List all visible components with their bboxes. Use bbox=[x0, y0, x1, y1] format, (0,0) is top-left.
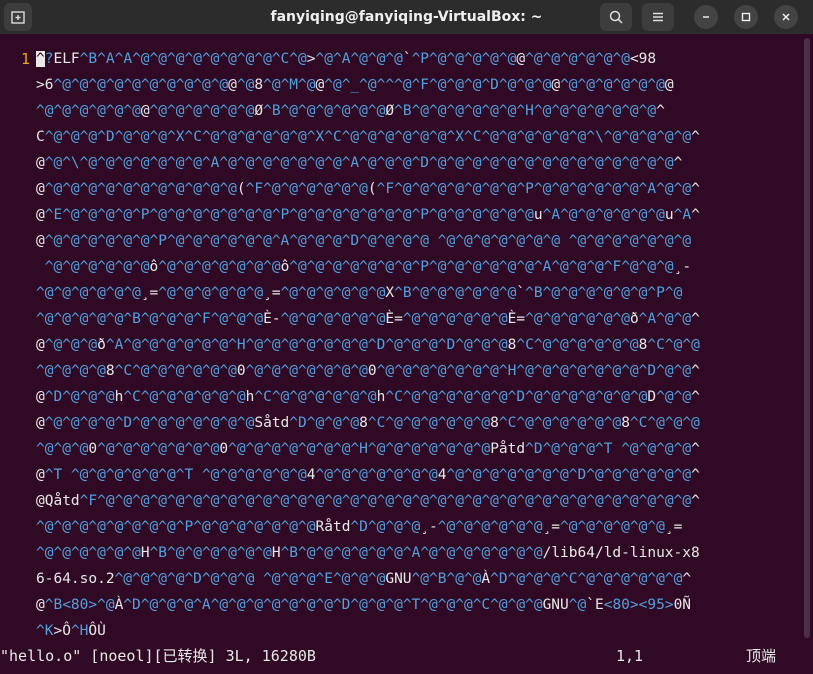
search-icon bbox=[608, 9, 624, 25]
content-row: @^@^@^@^@^D^@^@^@^@^@^@^@Såtd^D^@^@^@8^C… bbox=[36, 415, 700, 431]
scroll-position: 顶端 bbox=[746, 647, 777, 665]
content-row: @^T ^@^@^@^@^@^@^T ^@^@^@^@^@^@4^@^@^@^@… bbox=[36, 467, 700, 483]
content-row: @^@^\^@^@^@^@^@^@^@^A^@^@^@^@^@^@^@^A^@^… bbox=[36, 155, 683, 171]
content-row: ^@^@^@^@8^C^@^@^@^@^@^@0^@^@^@^@^@^@^@0^… bbox=[36, 363, 700, 379]
content-row: >6^@^@^@^@^@^@^@^@^@^@@^@8^@^M^@@^@^_^@^… bbox=[36, 77, 674, 93]
content-row: @^@^@^@ð^A^@^@^@^@^@^@^H^@^@^@^@^@^@^@^D… bbox=[36, 337, 700, 353]
content-row: @^@^@^@^@^@^@^P^@^@^@^@^@^@^A^@^@^@^D^@^… bbox=[36, 233, 692, 249]
file-info: "hello.o" [noeol][已转换] 3L, 16280B bbox=[0, 647, 316, 665]
content-row: ^@^@^@0^@^@^@^@^@^@^@0^@^@^@^@^@^@^@^H^@… bbox=[36, 441, 700, 457]
content-row: C^@^@^@^D^@^@^@^X^C^@^@^@^@^@^@^X^C^@^@^… bbox=[36, 129, 700, 145]
content-row: ^?ELF^B^A^A^@^@^@^@^@^@^@^@^C^@>^@^A^@^@… bbox=[36, 51, 657, 67]
window-title: fanyiqing@fanyiqing-VirtualBox: ~ bbox=[270, 9, 543, 25]
close-icon bbox=[780, 11, 792, 23]
scrollbar[interactable] bbox=[804, 38, 810, 638]
maximize-button[interactable] bbox=[734, 5, 758, 29]
line-number: 1 bbox=[20, 50, 30, 68]
content-row: @^E^@^@^@^@^P^@^@^@^@^@^@^@^P^@^@^@^@^@^… bbox=[36, 207, 700, 223]
close-button[interactable] bbox=[774, 5, 798, 29]
content-row: ^@^@^@^@^@^@ô^@^@^@^@^@^@^@ô^@^@^@^@^@^@… bbox=[44, 259, 692, 275]
minimize-button[interactable] bbox=[694, 5, 718, 29]
maximize-icon bbox=[740, 11, 752, 23]
hamburger-menu-icon bbox=[650, 9, 666, 25]
content-row: @^@^@^@^@^@^@^@^@^@^@^@(^F^@^@^@^@^@^@(^… bbox=[36, 181, 700, 197]
content-row: ^@^@^@^@^@^@@^@^@^@^@^@^@Ø^B^@^@^@^@^@^@… bbox=[36, 103, 665, 119]
file-content[interactable]: ^?ELF^B^A^A^@^@^@^@^@^@^@^@^C^@>^@^A^@^@… bbox=[36, 46, 802, 644]
content-row: ^@^@^@^@^@^@^@^@^P^@^@^@^@^@^@^@Råtd^D^@… bbox=[36, 519, 683, 535]
search-button[interactable] bbox=[600, 3, 632, 31]
content-row: 6-64.so.2^@^@^@^@^D^@^@^@ ^@^@^@^E^@^@^@… bbox=[36, 571, 692, 587]
title-bar: fanyiqing@fanyiqing-VirtualBox: ~ bbox=[0, 0, 813, 34]
content-row: @Qåtd^F^@^@^@^@^@^@^@^@^@^@^@^@^@^@^@^@^… bbox=[36, 493, 700, 509]
content-row: @^B<80>^@À^D^@^@^@^A^@^@^@^@^@^@^@^D^@^@… bbox=[36, 597, 692, 613]
content-row: ^@^@^@^@^@^@¸=^@^@^@^@^@^@¸=^@^@^@^@^@^@… bbox=[36, 285, 683, 301]
content-row: ^@^@^@^@^@^@H^B^@^@^@^@^@^@H^B^@^@^@^@^@… bbox=[36, 545, 700, 561]
content-row: @^D^@^@^@h^C^@^@^@^@^@^@h^C^@^@^@^@^@^@h… bbox=[36, 389, 700, 405]
menu-button[interactable] bbox=[642, 3, 674, 31]
content-row: ^@^@^@^@^@^B^@^@^@^F^@^@^@È-^@^@^@^@^@^@… bbox=[36, 311, 700, 327]
vim-editor[interactable]: 1 ^?ELF^B^A^A^@^@^@^@^@^@^@^@^C^@>^@^A^@… bbox=[0, 38, 802, 642]
status-bar: "hello.o" [noeol][已转换] 3L, 16280B 1,1 顶端 bbox=[0, 642, 813, 670]
content-row: ^K>Ô^HÔÙ bbox=[36, 623, 106, 639]
cursor-position: 1,1 bbox=[616, 647, 644, 665]
minimize-icon bbox=[700, 11, 712, 23]
cursor: ^ bbox=[36, 51, 45, 67]
